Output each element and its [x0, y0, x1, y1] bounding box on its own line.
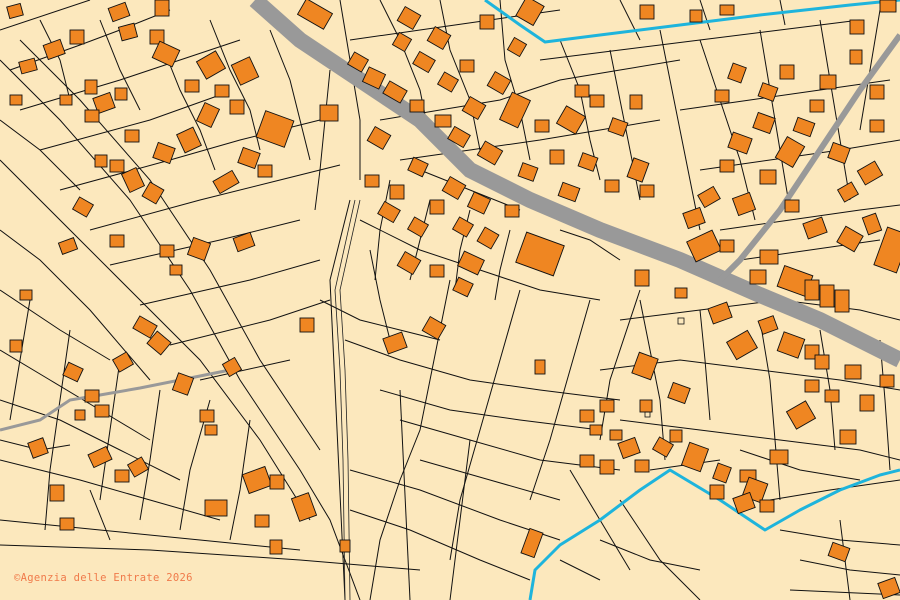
attribution-text: ©Agenzia delle Entrate 2026	[14, 572, 193, 584]
map-canvas[interactable]	[0, 0, 900, 600]
